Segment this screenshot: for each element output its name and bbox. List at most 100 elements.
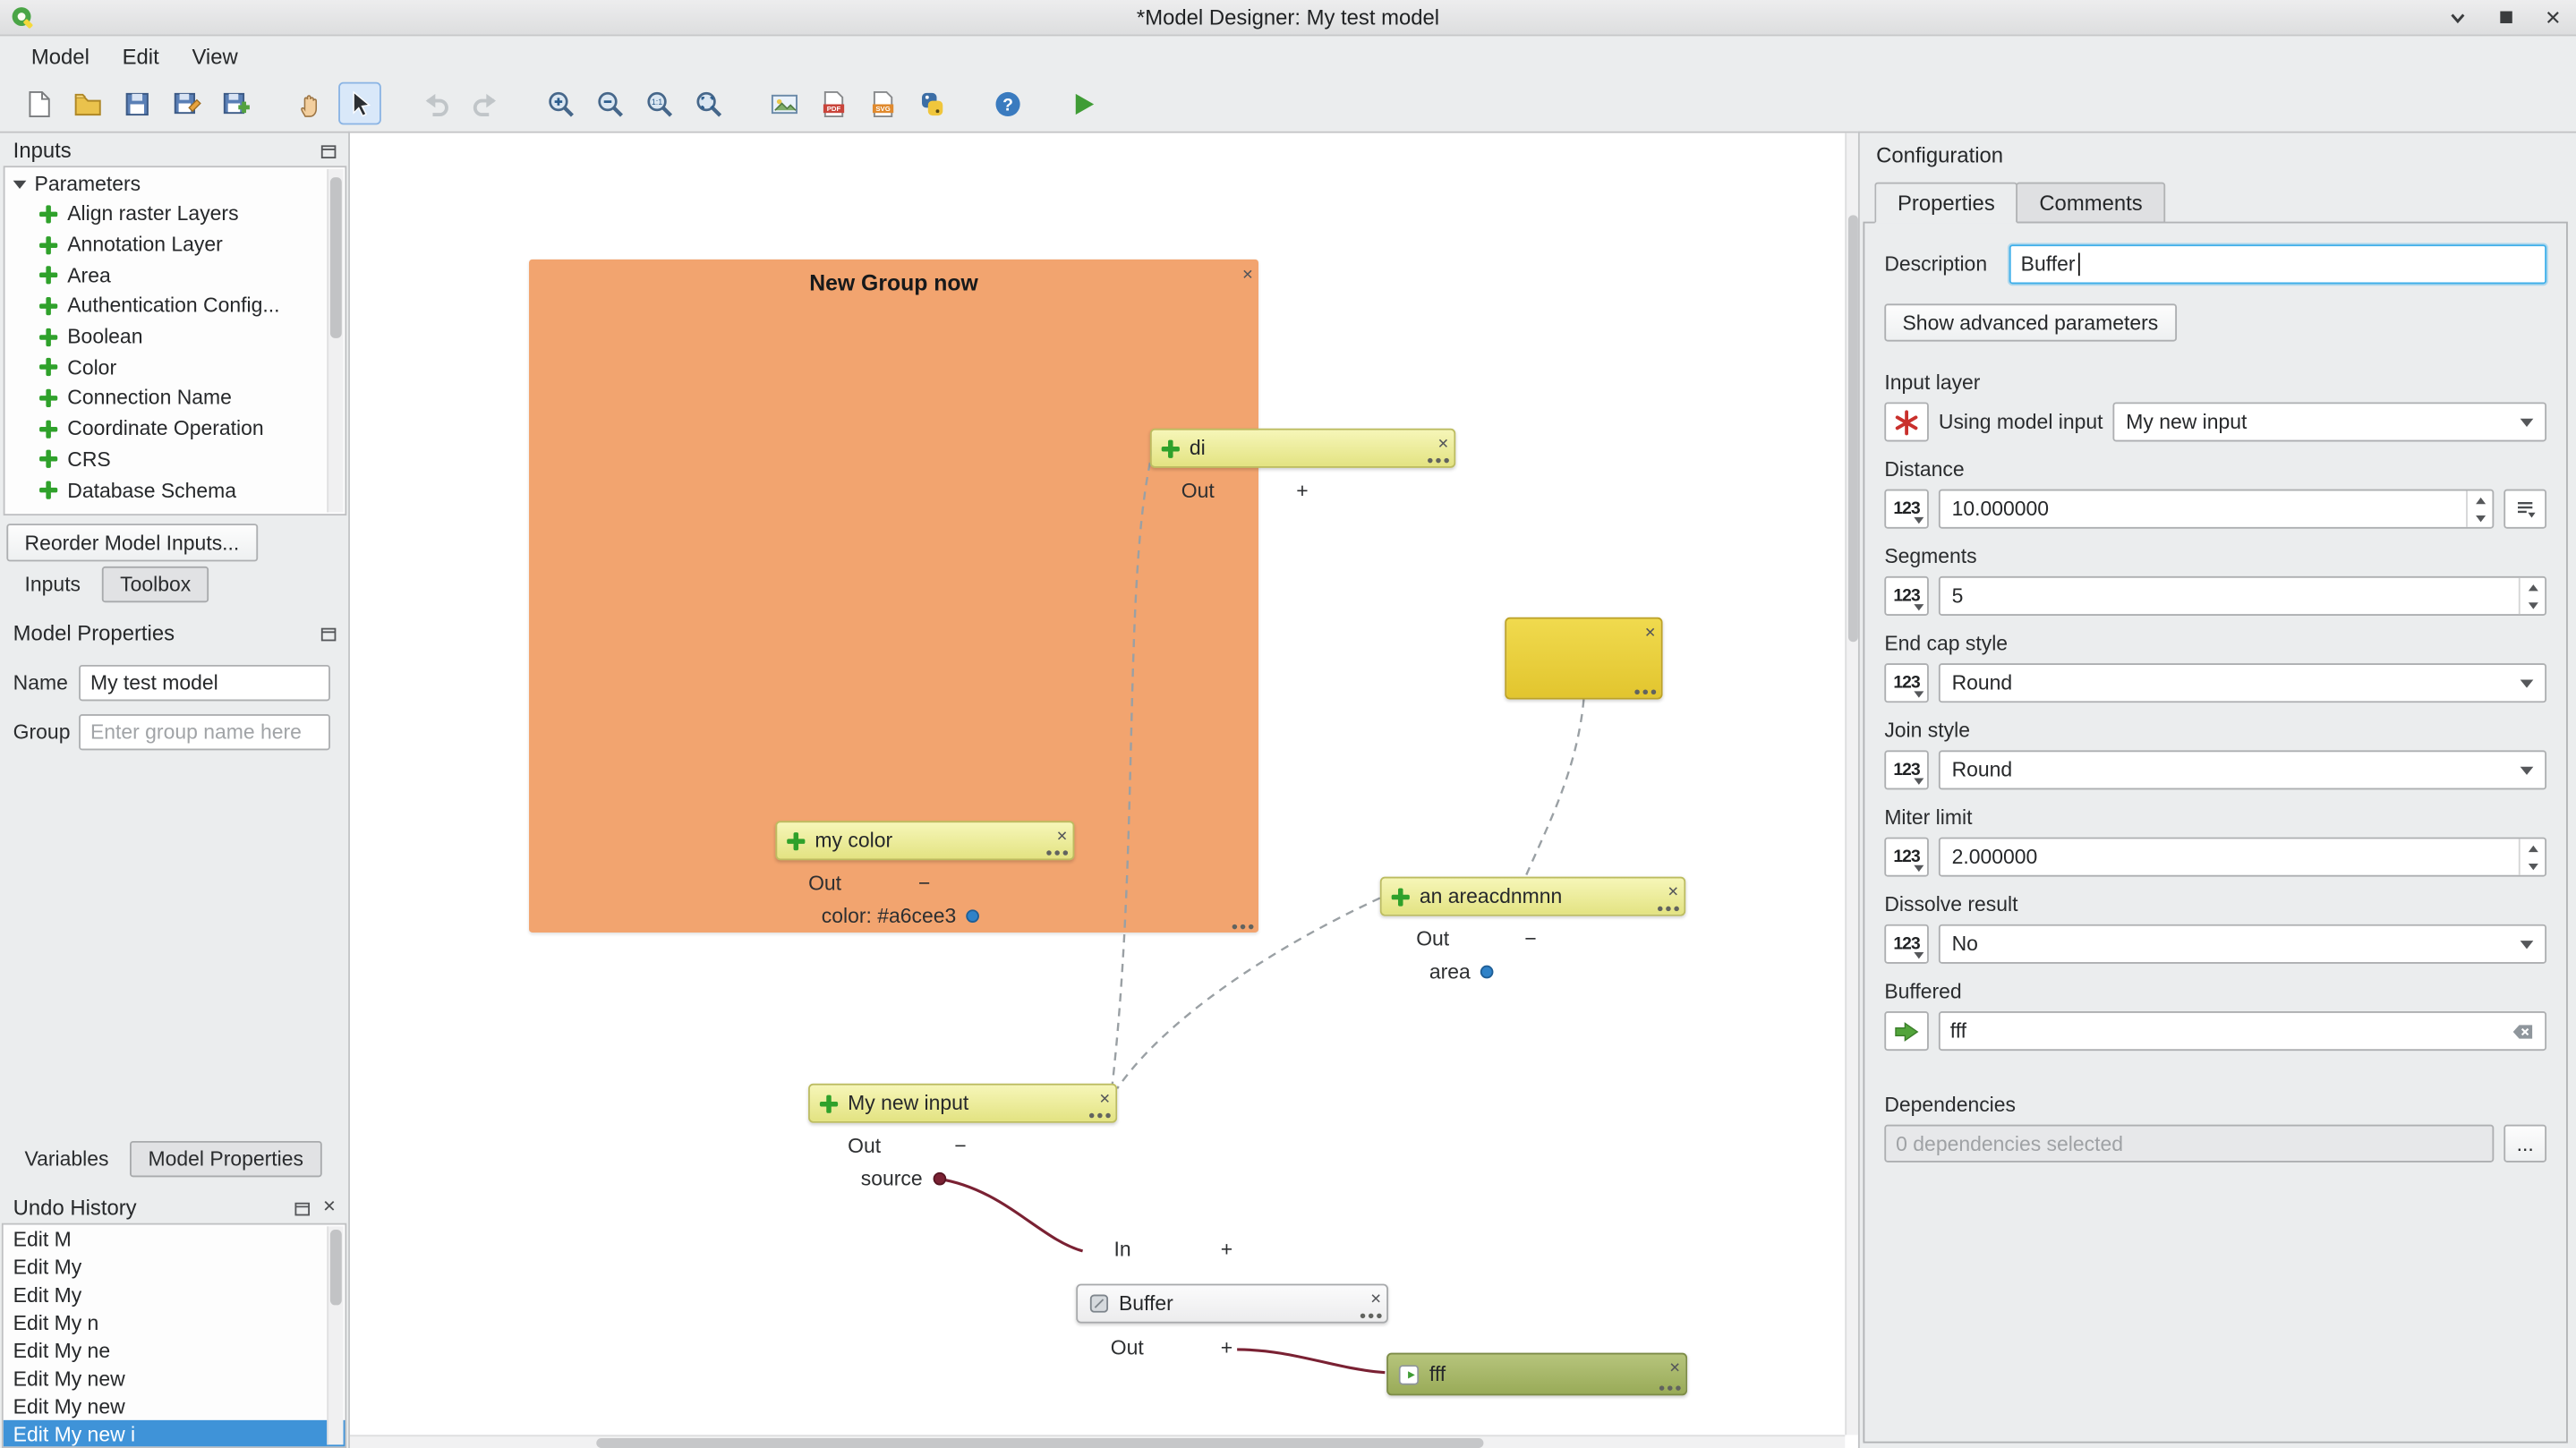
maximize-button[interactable] bbox=[2492, 4, 2518, 30]
buffered-source-button[interactable] bbox=[1884, 1011, 1929, 1051]
zoom-in-button[interactable] bbox=[539, 82, 582, 125]
tab-toolbox[interactable]: Toolbox bbox=[102, 566, 209, 602]
save-model-as-button[interactable] bbox=[165, 82, 208, 125]
tab-properties[interactable]: Properties bbox=[1874, 183, 2017, 224]
scrollbar-thumb[interactable] bbox=[330, 1230, 342, 1305]
miter-limit-spinbox[interactable]: 2.000000 bbox=[1939, 838, 2546, 877]
save-model-in-project-button[interactable] bbox=[214, 82, 257, 125]
distance-spinbox[interactable]: 10.000000 bbox=[1939, 490, 2494, 529]
canvas-vertical-scrollbar[interactable] bbox=[1845, 133, 1858, 1435]
show-advanced-parameters-button[interactable]: Show advanced parameters bbox=[1884, 303, 2176, 341]
export-as-svg-button[interactable]: SVG bbox=[861, 82, 904, 125]
connector-buffer-out-to-fff[interactable] bbox=[1237, 1350, 1385, 1373]
tab-model-properties[interactable]: Model Properties bbox=[130, 1141, 321, 1177]
parameter-item[interactable]: Color bbox=[5, 352, 345, 382]
output-socket-dot[interactable] bbox=[1480, 966, 1494, 979]
spin-up-button[interactable] bbox=[2521, 839, 2546, 856]
scrollbar-thumb[interactable] bbox=[596, 1438, 1483, 1448]
scrollbar-thumb[interactable] bbox=[1848, 215, 1858, 642]
node-buffer[interactable]: Buffer bbox=[1076, 1284, 1388, 1324]
socket-collapse-toggle[interactable]: − bbox=[918, 872, 930, 895]
model-name-input[interactable] bbox=[79, 665, 330, 701]
miter-limit-source-button[interactable]: 123 bbox=[1884, 838, 1929, 877]
parameter-item[interactable]: Authentication Config... bbox=[5, 291, 345, 321]
remove-node-icon[interactable] bbox=[1056, 824, 1068, 845]
dissolve-source-button[interactable]: 123 bbox=[1884, 924, 1929, 964]
connector-an-area-to-my-new-input[interactable] bbox=[1117, 898, 1380, 1088]
close-panel-icon[interactable] bbox=[319, 1197, 340, 1218]
zoom-out-button[interactable] bbox=[588, 82, 631, 125]
parameter-item[interactable]: Connection Name bbox=[5, 383, 345, 413]
node-fff[interactable]: fff bbox=[1386, 1353, 1687, 1396]
spin-down-button[interactable] bbox=[2468, 509, 2493, 527]
end-cap-style-combobox[interactable]: Round bbox=[1939, 663, 2546, 703]
model-group-input[interactable] bbox=[79, 714, 330, 750]
spin-down-button[interactable] bbox=[2521, 596, 2546, 614]
undo-item[interactable]: Edit My bbox=[4, 1253, 345, 1281]
segments-source-button[interactable]: 123 bbox=[1884, 576, 1929, 616]
resize-handle[interactable] bbox=[1089, 1113, 1111, 1119]
segments-spinbox[interactable]: 5 bbox=[1939, 576, 2546, 616]
parameter-item[interactable]: Coordinate Operation bbox=[5, 413, 345, 444]
close-button[interactable] bbox=[2540, 4, 2566, 30]
socket-expand-toggle[interactable]: + bbox=[1221, 1238, 1233, 1261]
buffered-input[interactable]: fff bbox=[1939, 1011, 2546, 1051]
socket-collapse-toggle[interactable]: − bbox=[954, 1135, 966, 1158]
undo-button[interactable] bbox=[414, 82, 457, 125]
tree-root-parameters[interactable]: Parameters bbox=[5, 167, 345, 199]
spinner-buttons[interactable] bbox=[2519, 578, 2545, 614]
float-panel-icon[interactable] bbox=[317, 140, 338, 161]
undo-item-selected[interactable]: Edit My new i bbox=[4, 1420, 345, 1448]
tree-scrollbar[interactable] bbox=[327, 169, 343, 512]
zoom-actual-button[interactable]: 1:1 bbox=[637, 82, 680, 125]
spin-up-button[interactable] bbox=[2468, 491, 2493, 509]
minimize-button[interactable] bbox=[2444, 4, 2470, 30]
input-layer-combobox[interactable]: My new input bbox=[2113, 402, 2546, 441]
menu-model[interactable]: Model bbox=[16, 40, 104, 72]
new-model-button[interactable] bbox=[16, 82, 59, 125]
remove-node-icon[interactable] bbox=[1669, 1356, 1681, 1376]
resize-handle[interactable] bbox=[1634, 689, 1656, 694]
join-style-source-button[interactable]: 123 bbox=[1884, 750, 1929, 789]
socket-expand-toggle[interactable]: + bbox=[1296, 480, 1308, 503]
parameter-item[interactable]: Align raster Layers bbox=[5, 199, 345, 229]
node-comment[interactable] bbox=[1505, 618, 1662, 700]
description-input[interactable]: Buffer bbox=[2009, 244, 2546, 284]
output-socket-dot[interactable] bbox=[966, 909, 979, 923]
distance-data-defined-button[interactable] bbox=[2503, 490, 2546, 529]
undo-scrollbar[interactable] bbox=[327, 1226, 343, 1444]
node-di[interactable]: di bbox=[1150, 429, 1455, 468]
connector-source-to-buffer-in[interactable] bbox=[938, 1179, 1083, 1251]
tab-comments[interactable]: Comments bbox=[2017, 183, 2166, 224]
help-button[interactable]: ? bbox=[985, 82, 1028, 125]
remove-node-icon[interactable] bbox=[1437, 431, 1449, 452]
remove-node-icon[interactable] bbox=[1668, 880, 1679, 900]
input-layer-source-button[interactable] bbox=[1884, 402, 1929, 441]
export-as-script-button[interactable] bbox=[910, 82, 953, 125]
open-model-button[interactable] bbox=[65, 82, 108, 125]
dependencies-browse-button[interactable]: ... bbox=[2503, 1125, 2546, 1163]
clear-icon[interactable] bbox=[2511, 1018, 2536, 1043]
float-panel-icon[interactable] bbox=[317, 622, 338, 643]
spin-down-button[interactable] bbox=[2521, 857, 2546, 875]
parameter-item[interactable]: Boolean bbox=[5, 321, 345, 352]
undo-item[interactable]: Edit My n bbox=[4, 1308, 345, 1336]
resize-handle[interactable] bbox=[1659, 1385, 1681, 1391]
undo-item[interactable]: Edit My new bbox=[4, 1393, 345, 1420]
save-model-button[interactable] bbox=[115, 82, 158, 125]
tab-inputs[interactable]: Inputs bbox=[8, 568, 97, 601]
connector-comment-to-an-area[interactable] bbox=[1526, 699, 1583, 874]
join-style-combobox[interactable]: Round bbox=[1939, 750, 2546, 789]
node-my-new-input[interactable]: My new input bbox=[808, 1084, 1117, 1123]
scrollbar-thumb[interactable] bbox=[330, 177, 342, 338]
parameter-item[interactable]: Area bbox=[5, 260, 345, 291]
model-canvas[interactable]: New Group now di Out + my colo bbox=[350, 132, 1858, 1448]
reorder-model-inputs-button[interactable]: Reorder Model Inputs... bbox=[6, 524, 257, 561]
parameter-item[interactable]: Database Schema bbox=[5, 475, 345, 506]
node-an-area[interactable]: an areacdnmnn bbox=[1380, 877, 1685, 916]
parameter-item[interactable]: CRS bbox=[5, 444, 345, 474]
pan-tool-button[interactable] bbox=[289, 82, 332, 125]
spinner-buttons[interactable] bbox=[2519, 839, 2545, 874]
remove-node-icon[interactable] bbox=[1370, 1287, 1382, 1307]
redo-button[interactable] bbox=[464, 82, 507, 125]
